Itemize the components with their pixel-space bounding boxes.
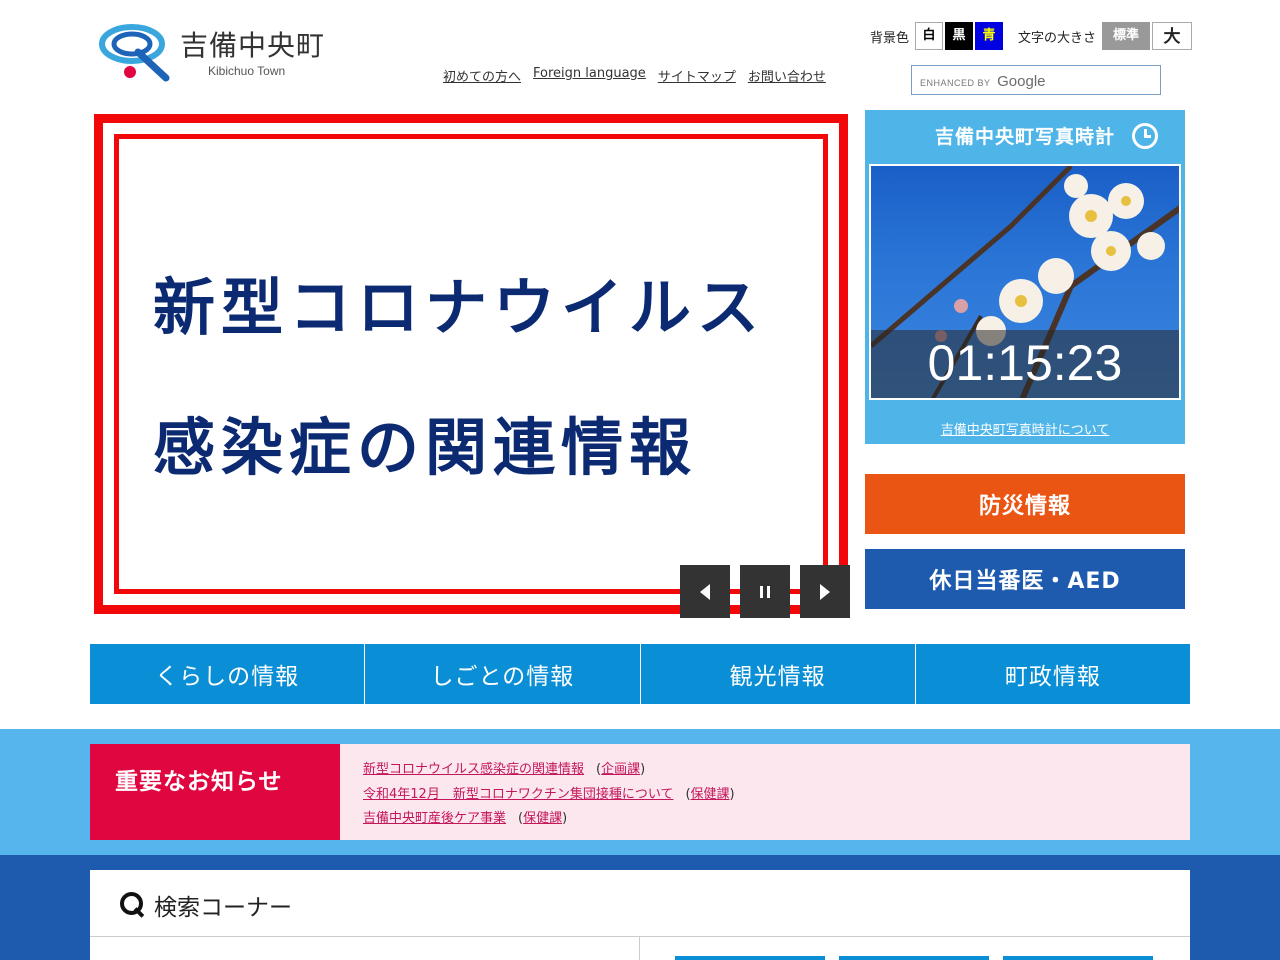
nav-work[interactable]: しごとの情報 — [365, 644, 641, 704]
hero-text-line2: 感染症の関連情報 — [153, 411, 698, 484]
hero-text-line1: 新型コロナウイルス — [153, 271, 766, 344]
search-corner: 検索コーナー — [90, 870, 1190, 960]
notice-link[interactable]: 令和4年12月 新型コロナワクチン集団接種について — [363, 787, 673, 802]
list-item: 令和4年12月 新型コロナワクチン集団接種について (保健課) — [363, 786, 735, 802]
bg-black-button[interactable]: 黒 — [945, 22, 974, 50]
logo-subtitle: Kibichuo Town — [208, 64, 286, 78]
photo-clock: 吉備中央町写真時計 01:15:23 吉備中央町写真時計について — [865, 110, 1185, 444]
background-color-switcher: 背景色 白 黒 青 — [870, 22, 1005, 50]
notice-dept-link[interactable]: 企画課 — [601, 762, 640, 777]
slide-prev-button[interactable] — [680, 565, 730, 618]
global-navigation: くらしの情報 しごとの情報 観光情報 町政情報 — [90, 644, 1190, 704]
slide-next-button[interactable] — [800, 565, 850, 618]
photo-clock-image: 01:15:23 — [869, 164, 1181, 400]
pause-icon — [760, 585, 770, 598]
photo-clock-about-link[interactable]: 吉備中央町写真時計について — [865, 419, 1185, 438]
important-notice-heading: 重要なお知らせ — [90, 744, 340, 840]
disaster-info-button[interactable]: 防災情報 — [865, 474, 1185, 534]
logo-title: 吉備中央町 — [180, 29, 326, 62]
search-corner-title: 検索コーナー — [120, 888, 292, 922]
nav-living[interactable]: くらしの情報 — [90, 644, 366, 704]
search-enhanced-label: ENHANCED BY — [920, 78, 991, 88]
link-first-visit[interactable]: 初めての方へ — [443, 66, 521, 85]
notice-dept-link[interactable]: 保健課 — [691, 787, 730, 802]
nav-tourism[interactable]: 観光情報 — [640, 644, 916, 704]
search-corner-label: 検索コーナー — [154, 895, 292, 921]
search-brand-label: Google — [997, 73, 1046, 90]
font-size-label: 文字の大きさ — [1018, 30, 1097, 46]
caret-right-icon — [820, 583, 830, 600]
holiday-doctor-aed-button[interactable]: 休日当番医・AED — [865, 549, 1185, 609]
site-search-input[interactable]: ENHANCED BY Google — [911, 65, 1161, 95]
photo-clock-time: 01:15:23 — [871, 330, 1179, 398]
font-size-switcher: 文字の大きさ 標準 大 — [1018, 22, 1193, 50]
caret-left-icon — [700, 583, 710, 600]
notice-link[interactable]: 新型コロナウイルス感染症の関連情報 — [363, 762, 584, 777]
font-size-standard-button[interactable]: 標準 — [1102, 22, 1151, 50]
font-size-large-button[interactable]: 大 — [1152, 22, 1193, 50]
search-tab[interactable] — [839, 956, 989, 960]
link-foreign-language[interactable]: Foreign language — [533, 66, 646, 85]
search-icon — [120, 892, 146, 918]
list-item: 新型コロナウイルス感染症の関連情報 (企画課) — [363, 762, 646, 777]
nav-town-admin[interactable]: 町政情報 — [915, 644, 1190, 704]
divider — [90, 936, 1190, 937]
town-emblem-icon — [99, 24, 170, 82]
header-links: 初めての方へ Foreign language サイトマップ お問い合わせ — [443, 66, 838, 85]
bg-white-button[interactable]: 白 — [915, 22, 944, 50]
bg-color-label: 背景色 — [870, 30, 910, 46]
link-sitemap[interactable]: サイトマップ — [658, 66, 736, 85]
search-tab[interactable] — [675, 956, 825, 960]
important-notice-list: 新型コロナウイルス感染症の関連情報 (企画課) 令和4年12月 新型コロナワクチン… — [340, 744, 1190, 840]
hero-inner-frame — [114, 134, 828, 594]
notice-link[interactable]: 吉備中央町産後ケア事業 — [363, 811, 506, 826]
site-logo[interactable]: 吉備中央町 Kibichuo Town — [98, 22, 338, 82]
clock-icon — [1132, 123, 1158, 149]
divider — [639, 937, 640, 960]
link-contact[interactable]: お問い合わせ — [748, 66, 826, 85]
bg-blue-button[interactable]: 青 — [975, 22, 1004, 50]
list-item: 吉備中央町産後ケア事業 (保健課) — [363, 811, 568, 826]
search-tab[interactable] — [1003, 956, 1153, 960]
slide-pause-button[interactable] — [740, 565, 790, 618]
notice-dept-link[interactable]: 保健課 — [523, 811, 562, 826]
hero-slide[interactable]: 新型コロナウイルス 感染症の関連情報 — [94, 114, 848, 614]
